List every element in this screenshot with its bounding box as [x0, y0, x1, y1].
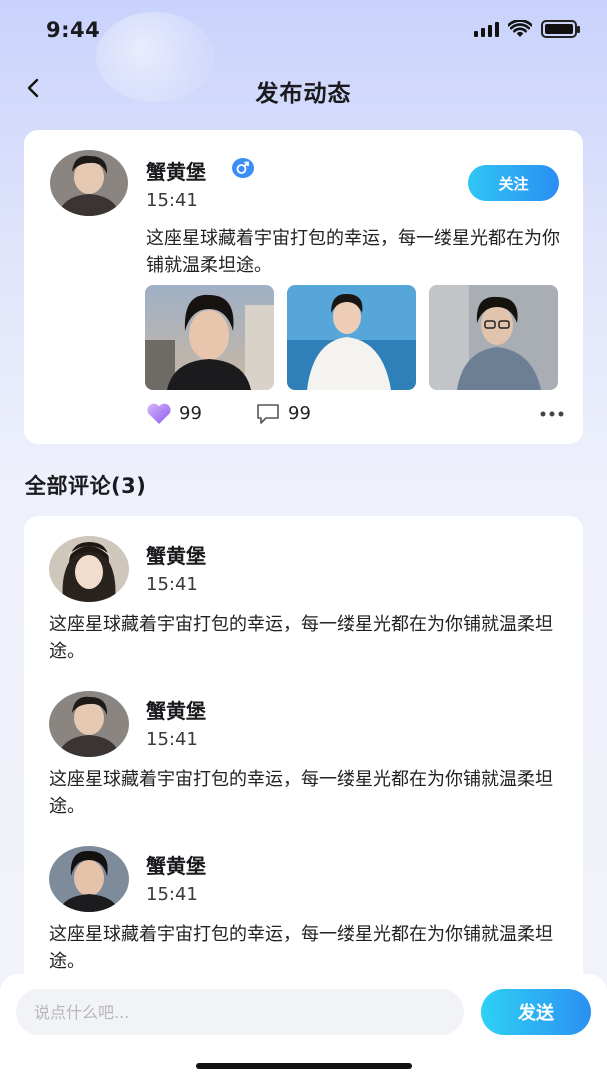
- comment-item: 蟹黄堡 15:41 这座星球藏着宇宙打包的幸运，每一缕星光都在为你铺就温柔坦途。: [24, 671, 583, 821]
- post-stats: 99 99: [145, 402, 565, 426]
- post-photo[interactable]: [287, 285, 416, 390]
- post-author-name[interactable]: 蟹黄堡: [146, 156, 206, 185]
- like-count: 99: [179, 403, 202, 424]
- comments-list: 蟹黄堡 15:41 这座星球藏着宇宙打包的幸运，每一缕星光都在为你铺就温柔坦途。…: [24, 516, 583, 1016]
- post-text: 这座星球藏着宇宙打包的幸运，每一缕星光都在为你铺就温柔坦途。: [146, 228, 560, 276]
- status-bar: 9:44: [0, 0, 607, 60]
- comment-author-name[interactable]: 蟹黄堡: [146, 540, 206, 569]
- comment-item: 蟹黄堡 15:41 这座星球藏着宇宙打包的幸运，每一缕星光都在为你铺就温柔坦途。: [24, 516, 583, 666]
- wifi-icon: [508, 20, 532, 37]
- send-button[interactable]: 发送: [481, 989, 591, 1035]
- post-photo[interactable]: [429, 285, 558, 390]
- nav-bar: 发布动态: [0, 62, 607, 116]
- heart-icon[interactable]: [145, 402, 173, 426]
- comment-item: 蟹黄堡 15:41 这座星球藏着宇宙打包的幸运，每一缕星光都在为你铺就温柔坦途。: [24, 826, 583, 976]
- comment-text: 这座星球藏着宇宙打包的幸运，每一缕星光都在为你铺就温柔坦途。: [49, 769, 553, 817]
- comment-count: 99: [288, 403, 311, 424]
- comment-time: 15:41: [146, 729, 198, 750]
- home-indicator: [196, 1063, 412, 1069]
- comment-input-bar: 发送: [0, 974, 607, 1080]
- status-time: 9:44: [46, 18, 101, 42]
- battery-icon: [541, 20, 580, 38]
- comment-text: 这座星球藏着宇宙打包的幸运，每一缕星光都在为你铺就温柔坦途。: [49, 614, 553, 662]
- comment-author-name[interactable]: 蟹黄堡: [146, 850, 206, 879]
- signal-icon: [474, 21, 499, 37]
- comment-time: 15:41: [146, 884, 198, 905]
- avatar[interactable]: [49, 691, 129, 757]
- post-photo[interactable]: [145, 285, 274, 390]
- comment-time: 15:41: [146, 574, 198, 595]
- avatar[interactable]: [49, 846, 129, 912]
- post-time: 15:41: [146, 190, 198, 211]
- status-icons: [474, 20, 580, 38]
- comments-section-title: 全部评论(3): [25, 474, 147, 498]
- comment-icon[interactable]: [255, 403, 281, 425]
- comment-input[interactable]: [16, 989, 464, 1035]
- post-card: 蟹黄堡 15:41 关注 这座星球藏着宇宙打包的幸运，每一缕星光都在为你铺就温柔…: [24, 130, 583, 444]
- more-icon[interactable]: [539, 410, 565, 418]
- male-icon: [232, 158, 254, 178]
- comment-author-name[interactable]: 蟹黄堡: [146, 695, 206, 724]
- avatar[interactable]: [49, 536, 129, 602]
- comment-text: 这座星球藏着宇宙打包的幸运，每一缕星光都在为你铺就温柔坦途。: [49, 924, 553, 972]
- page-title: 发布动态: [255, 81, 352, 107]
- follow-button[interactable]: 关注: [468, 165, 559, 201]
- avatar[interactable]: [50, 150, 128, 216]
